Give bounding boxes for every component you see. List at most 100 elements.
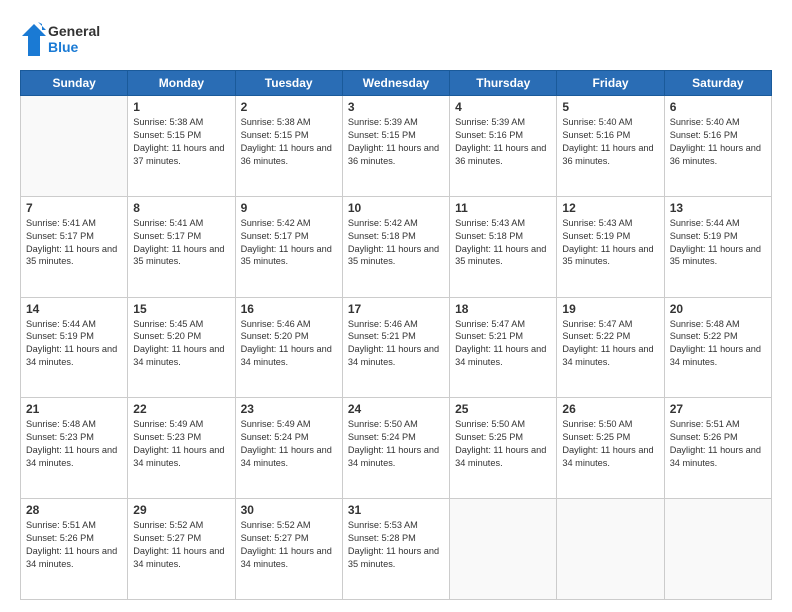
weekday-header-row: SundayMondayTuesdayWednesdayThursdayFrid… xyxy=(21,71,772,96)
day-number: 3 xyxy=(348,100,444,114)
calendar-cell: 4 Sunrise: 5:39 AMSunset: 5:16 PMDaylight… xyxy=(450,96,557,197)
calendar-cell: 24 Sunrise: 5:50 AMSunset: 5:24 PMDayligh… xyxy=(342,398,449,499)
day-number: 1 xyxy=(133,100,229,114)
day-number: 13 xyxy=(670,201,766,215)
day-info: Sunrise: 5:43 AMSunset: 5:18 PMDaylight:… xyxy=(455,217,551,269)
day-info: Sunrise: 5:45 AMSunset: 5:20 PMDaylight:… xyxy=(133,318,229,370)
day-number: 21 xyxy=(26,402,122,416)
calendar-cell: 3 Sunrise: 5:39 AMSunset: 5:15 PMDaylight… xyxy=(342,96,449,197)
day-number: 6 xyxy=(670,100,766,114)
calendar-cell: 30 Sunrise: 5:52 AMSunset: 5:27 PMDayligh… xyxy=(235,499,342,600)
day-number: 30 xyxy=(241,503,337,517)
calendar-cell xyxy=(450,499,557,600)
weekday-header: Friday xyxy=(557,71,664,96)
calendar-cell xyxy=(557,499,664,600)
day-number: 4 xyxy=(455,100,551,114)
calendar-cell: 13 Sunrise: 5:44 AMSunset: 5:19 PMDayligh… xyxy=(664,196,771,297)
day-info: Sunrise: 5:51 AMSunset: 5:26 PMDaylight:… xyxy=(670,418,766,470)
calendar-cell: 19 Sunrise: 5:47 AMSunset: 5:22 PMDayligh… xyxy=(557,297,664,398)
day-number: 15 xyxy=(133,302,229,316)
calendar-cell xyxy=(21,96,128,197)
day-number: 25 xyxy=(455,402,551,416)
weekday-header: Saturday xyxy=(664,71,771,96)
calendar-cell: 5 Sunrise: 5:40 AMSunset: 5:16 PMDaylight… xyxy=(557,96,664,197)
calendar-cell: 18 Sunrise: 5:47 AMSunset: 5:21 PMDayligh… xyxy=(450,297,557,398)
calendar-cell: 2Sunrise: 5:38 AMSunset: 5:15 PMDaylight… xyxy=(235,96,342,197)
calendar-cell: 9 Sunrise: 5:42 AMSunset: 5:17 PMDaylight… xyxy=(235,196,342,297)
day-number: 12 xyxy=(562,201,658,215)
calendar-cell: 7 Sunrise: 5:41 AMSunset: 5:17 PMDaylight… xyxy=(21,196,128,297)
day-number: 18 xyxy=(455,302,551,316)
day-number: 7 xyxy=(26,201,122,215)
day-info: Sunrise: 5:42 AMSunset: 5:18 PMDaylight:… xyxy=(348,217,444,269)
calendar-cell: 21Sunrise: 5:48 AMSunset: 5:23 PMDayligh… xyxy=(21,398,128,499)
calendar-cell: 28 Sunrise: 5:51 AMSunset: 5:26 PMDayligh… xyxy=(21,499,128,600)
calendar-week-row: 28 Sunrise: 5:51 AMSunset: 5:26 PMDayligh… xyxy=(21,499,772,600)
day-info: Sunrise: 5:40 AMSunset: 5:16 PMDaylight:… xyxy=(562,116,658,168)
day-number: 27 xyxy=(670,402,766,416)
calendar-cell: 11Sunrise: 5:43 AMSunset: 5:18 PMDayligh… xyxy=(450,196,557,297)
weekday-header: Sunday xyxy=(21,71,128,96)
calendar-cell: 31 Sunrise: 5:53 AMSunset: 5:28 PMDayligh… xyxy=(342,499,449,600)
day-number: 20 xyxy=(670,302,766,316)
calendar-cell: 6Sunrise: 5:40 AMSunset: 5:16 PMDaylight… xyxy=(664,96,771,197)
day-info: Sunrise: 5:50 AMSunset: 5:25 PMDaylight:… xyxy=(455,418,551,470)
day-number: 31 xyxy=(348,503,444,517)
calendar-cell: 27 Sunrise: 5:51 AMSunset: 5:26 PMDayligh… xyxy=(664,398,771,499)
logo-svg: General Blue xyxy=(20,18,125,60)
calendar-cell: 14 Sunrise: 5:44 AMSunset: 5:19 PMDayligh… xyxy=(21,297,128,398)
calendar-cell: 22Sunrise: 5:49 AMSunset: 5:23 PMDayligh… xyxy=(128,398,235,499)
day-info: Sunrise: 5:38 AMSunset: 5:15 PMDaylight:… xyxy=(133,116,229,168)
calendar-week-row: 21Sunrise: 5:48 AMSunset: 5:23 PMDayligh… xyxy=(21,398,772,499)
weekday-header: Tuesday xyxy=(235,71,342,96)
day-info: Sunrise: 5:51 AMSunset: 5:26 PMDaylight:… xyxy=(26,519,122,571)
day-info: Sunrise: 5:47 AMSunset: 5:21 PMDaylight:… xyxy=(455,318,551,370)
calendar-cell: 8 Sunrise: 5:41 AMSunset: 5:17 PMDaylight… xyxy=(128,196,235,297)
day-number: 16 xyxy=(241,302,337,316)
day-number: 14 xyxy=(26,302,122,316)
calendar-week-row: 1 Sunrise: 5:38 AMSunset: 5:15 PMDaylight… xyxy=(21,96,772,197)
day-number: 28 xyxy=(26,503,122,517)
logo: General Blue xyxy=(20,18,125,60)
day-info: Sunrise: 5:44 AMSunset: 5:19 PMDaylight:… xyxy=(26,318,122,370)
calendar-cell: 17 Sunrise: 5:46 AMSunset: 5:21 PMDayligh… xyxy=(342,297,449,398)
day-number: 5 xyxy=(562,100,658,114)
calendar-cell xyxy=(664,499,771,600)
calendar-cell: 23Sunrise: 5:49 AMSunset: 5:24 PMDayligh… xyxy=(235,398,342,499)
day-info: Sunrise: 5:41 AMSunset: 5:17 PMDaylight:… xyxy=(26,217,122,269)
day-info: Sunrise: 5:41 AMSunset: 5:17 PMDaylight:… xyxy=(133,217,229,269)
header: General Blue xyxy=(20,18,772,60)
day-number: 22 xyxy=(133,402,229,416)
day-number: 17 xyxy=(348,302,444,316)
day-info: Sunrise: 5:39 AMSunset: 5:16 PMDaylight:… xyxy=(455,116,551,168)
day-info: Sunrise: 5:43 AMSunset: 5:19 PMDaylight:… xyxy=(562,217,658,269)
calendar-cell: 26 Sunrise: 5:50 AMSunset: 5:25 PMDayligh… xyxy=(557,398,664,499)
calendar-cell: 15 Sunrise: 5:45 AMSunset: 5:20 PMDayligh… xyxy=(128,297,235,398)
day-info: Sunrise: 5:47 AMSunset: 5:22 PMDaylight:… xyxy=(562,318,658,370)
calendar-cell: 12 Sunrise: 5:43 AMSunset: 5:19 PMDayligh… xyxy=(557,196,664,297)
calendar-week-row: 7 Sunrise: 5:41 AMSunset: 5:17 PMDaylight… xyxy=(21,196,772,297)
day-info: Sunrise: 5:52 AMSunset: 5:27 PMDaylight:… xyxy=(241,519,337,571)
day-info: Sunrise: 5:52 AMSunset: 5:27 PMDaylight:… xyxy=(133,519,229,571)
day-info: Sunrise: 5:50 AMSunset: 5:25 PMDaylight:… xyxy=(562,418,658,470)
day-info: Sunrise: 5:53 AMSunset: 5:28 PMDaylight:… xyxy=(348,519,444,571)
calendar-cell: 10 Sunrise: 5:42 AMSunset: 5:18 PMDayligh… xyxy=(342,196,449,297)
weekday-header: Monday xyxy=(128,71,235,96)
day-info: Sunrise: 5:46 AMSunset: 5:21 PMDaylight:… xyxy=(348,318,444,370)
calendar-cell: 1 Sunrise: 5:38 AMSunset: 5:15 PMDaylight… xyxy=(128,96,235,197)
day-number: 9 xyxy=(241,201,337,215)
day-info: Sunrise: 5:44 AMSunset: 5:19 PMDaylight:… xyxy=(670,217,766,269)
day-number: 26 xyxy=(562,402,658,416)
calendar-cell: 29Sunrise: 5:52 AMSunset: 5:27 PMDayligh… xyxy=(128,499,235,600)
weekday-header: Thursday xyxy=(450,71,557,96)
day-number: 8 xyxy=(133,201,229,215)
day-number: 19 xyxy=(562,302,658,316)
day-number: 24 xyxy=(348,402,444,416)
day-number: 10 xyxy=(348,201,444,215)
day-info: Sunrise: 5:49 AMSunset: 5:24 PMDaylight:… xyxy=(241,418,337,470)
day-info: Sunrise: 5:39 AMSunset: 5:15 PMDaylight:… xyxy=(348,116,444,168)
svg-text:General: General xyxy=(48,23,100,39)
day-info: Sunrise: 5:50 AMSunset: 5:24 PMDaylight:… xyxy=(348,418,444,470)
day-info: Sunrise: 5:42 AMSunset: 5:17 PMDaylight:… xyxy=(241,217,337,269)
day-info: Sunrise: 5:38 AMSunset: 5:15 PMDaylight:… xyxy=(241,116,337,168)
